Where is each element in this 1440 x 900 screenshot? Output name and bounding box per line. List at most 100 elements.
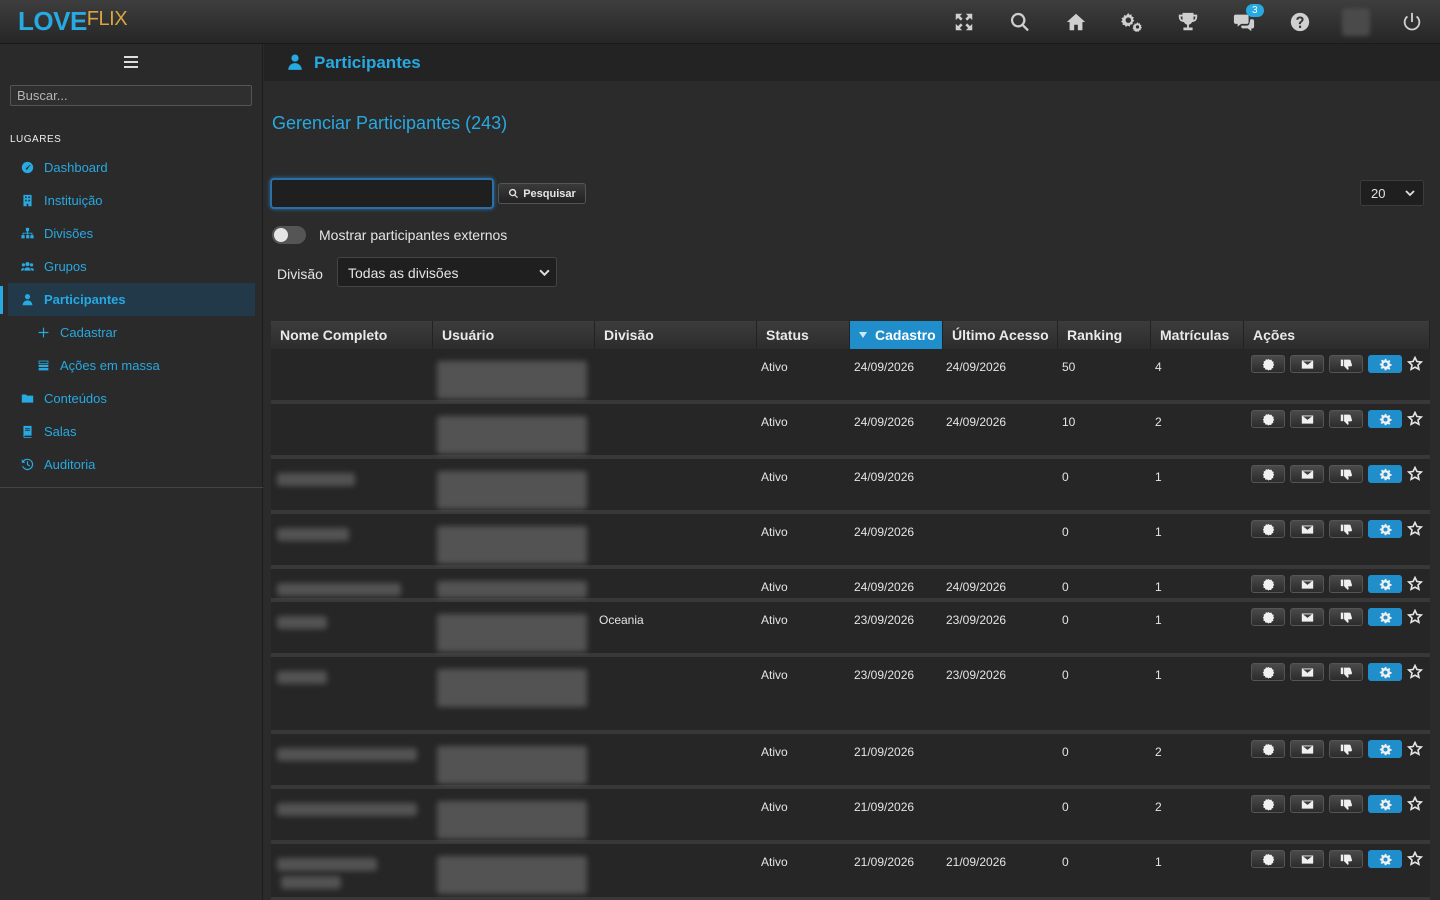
table-row[interactable]: Ativo 21/09/2026 0 2 — [271, 789, 1430, 844]
badge-button[interactable] — [1251, 850, 1285, 868]
column-usuario[interactable]: Usuário — [433, 321, 595, 349]
column-ranking[interactable]: Ranking — [1058, 321, 1151, 349]
star-icon[interactable] — [1406, 850, 1424, 867]
envelope-button[interactable] — [1290, 355, 1324, 373]
envelope-button[interactable] — [1290, 850, 1324, 868]
help-icon[interactable] — [1272, 0, 1328, 44]
sidebar-divider — [0, 487, 263, 488]
settings-button[interactable] — [1368, 410, 1402, 428]
star-icon[interactable] — [1406, 465, 1424, 482]
sidebar-item-instituicao[interactable]: Instituição — [0, 184, 263, 217]
table-row[interactable]: Ativo 24/09/2026 24/09/2026 50 4 — [271, 349, 1430, 404]
settings-button[interactable] — [1368, 520, 1402, 538]
table-row[interactable]: Oceania Ativo 23/09/2026 23/09/2026 0 1 — [271, 602, 1430, 657]
table-row[interactable]: Ativo 23/09/2026 23/09/2026 0 1 — [271, 657, 1430, 734]
settings-button[interactable] — [1368, 850, 1402, 868]
table-row[interactable]: Ativo 24/09/2026 24/09/2026 0 1 — [271, 569, 1430, 602]
table-row[interactable]: Ativo 24/09/2026 0 1 — [271, 459, 1430, 514]
fullscreen-icon[interactable] — [936, 0, 992, 44]
avatar[interactable] — [1328, 0, 1384, 44]
home-icon[interactable] — [1048, 0, 1104, 44]
envelope-button[interactable] — [1290, 465, 1324, 483]
envelope-icon — [1301, 666, 1314, 679]
settings-button[interactable] — [1368, 795, 1402, 813]
sidebar-item-conteudos[interactable]: Conteúdos — [0, 382, 263, 415]
table-row[interactable]: Ativo 24/09/2026 0 1 — [271, 514, 1430, 569]
badge-button[interactable] — [1251, 663, 1285, 681]
settings-button[interactable] — [1368, 575, 1402, 593]
thumbs-down-button[interactable] — [1329, 575, 1363, 593]
hamburger-menu-icon[interactable] — [124, 56, 138, 71]
settings-button[interactable] — [1368, 663, 1402, 681]
settings-button[interactable] — [1368, 465, 1402, 483]
division-select[interactable]: Todas as divisões — [337, 257, 557, 287]
column-ultimo-acesso[interactable]: Último Acesso — [943, 321, 1058, 349]
envelope-button[interactable] — [1290, 608, 1324, 626]
column-status[interactable]: Status — [757, 321, 850, 349]
envelope-button[interactable] — [1290, 575, 1324, 593]
external-participants-toggle[interactable] — [272, 226, 306, 244]
star-icon[interactable] — [1406, 740, 1424, 757]
sidebar-item-divisoes[interactable]: Divisões — [0, 217, 263, 250]
envelope-button[interactable] — [1290, 520, 1324, 538]
sidebar-item-grupos[interactable]: Grupos — [0, 250, 263, 283]
star-icon[interactable] — [1406, 608, 1424, 625]
thumbs-down-button[interactable] — [1329, 355, 1363, 373]
column-matriculas[interactable]: Matrículas — [1151, 321, 1244, 349]
table-row[interactable]: Ativo 21/09/2026 21/09/2026 0 1 — [271, 844, 1430, 900]
thumbs-down-button[interactable] — [1329, 795, 1363, 813]
table-row[interactable]: Ativo 21/09/2026 0 2 — [271, 734, 1430, 789]
cell-cadastro: 21/09/2026 — [854, 800, 915, 814]
sidebar-item-cadastrar[interactable]: Cadastrar — [0, 316, 263, 349]
per-page-select[interactable]: 20 — [1360, 180, 1424, 206]
sidebar-item-dashboard[interactable]: Dashboard — [0, 151, 263, 184]
envelope-button[interactable] — [1290, 410, 1324, 428]
sidebar-item-auditoria[interactable]: Auditoria — [0, 448, 263, 481]
column-divisao[interactable]: Divisão — [595, 321, 757, 349]
star-icon[interactable] — [1406, 663, 1424, 680]
thumbs-down-button[interactable] — [1329, 608, 1363, 626]
badge-button[interactable] — [1251, 520, 1285, 538]
thumbs-down-button[interactable] — [1329, 520, 1363, 538]
sidebar-search-input[interactable] — [10, 85, 252, 106]
envelope-button[interactable] — [1290, 795, 1324, 813]
badge-button[interactable] — [1251, 355, 1285, 373]
gears-icon[interactable] — [1104, 0, 1160, 44]
search-button[interactable]: Pesquisar — [498, 183, 586, 204]
table-row[interactable]: Ativo 24/09/2026 24/09/2026 10 2 — [271, 404, 1430, 459]
settings-button[interactable] — [1368, 740, 1402, 758]
envelope-button[interactable] — [1290, 663, 1324, 681]
star-icon[interactable] — [1406, 575, 1424, 592]
thumbs-down-button[interactable] — [1329, 663, 1363, 681]
cell-ranking: 0 — [1062, 470, 1069, 484]
settings-button[interactable] — [1368, 355, 1402, 373]
sidebar-item-acoes-em-massa[interactable]: Ações em massa — [0, 349, 263, 382]
chat-icon[interactable]: 3 — [1216, 0, 1272, 44]
sidebar-item-participantes[interactable]: Participantes — [8, 283, 255, 316]
power-icon[interactable] — [1384, 0, 1440, 44]
search-icon[interactable] — [992, 0, 1048, 44]
badge-button[interactable] — [1251, 575, 1285, 593]
badge-button[interactable] — [1251, 740, 1285, 758]
app-logo[interactable]: LOVEFLIX — [18, 6, 128, 37]
badge-button[interactable] — [1251, 608, 1285, 626]
badge-button[interactable] — [1251, 465, 1285, 483]
badge-button[interactable] — [1251, 410, 1285, 428]
search-input[interactable] — [270, 178, 494, 209]
trophy-icon[interactable] — [1160, 0, 1216, 44]
column-cadastro[interactable]: Cadastro — [850, 321, 943, 349]
settings-button[interactable] — [1368, 608, 1402, 626]
envelope-button[interactable] — [1290, 740, 1324, 758]
star-icon[interactable] — [1406, 795, 1424, 812]
column-nome-completo[interactable]: Nome Completo — [271, 321, 433, 349]
thumbs-down-button[interactable] — [1329, 465, 1363, 483]
thumbs-down-button[interactable] — [1329, 410, 1363, 428]
badge-icon — [1262, 743, 1275, 756]
star-icon[interactable] — [1406, 520, 1424, 537]
star-icon[interactable] — [1406, 410, 1424, 427]
sidebar-item-salas[interactable]: Salas — [0, 415, 263, 448]
thumbs-down-button[interactable] — [1329, 740, 1363, 758]
thumbs-down-button[interactable] — [1329, 850, 1363, 868]
badge-button[interactable] — [1251, 795, 1285, 813]
star-icon[interactable] — [1406, 355, 1424, 372]
